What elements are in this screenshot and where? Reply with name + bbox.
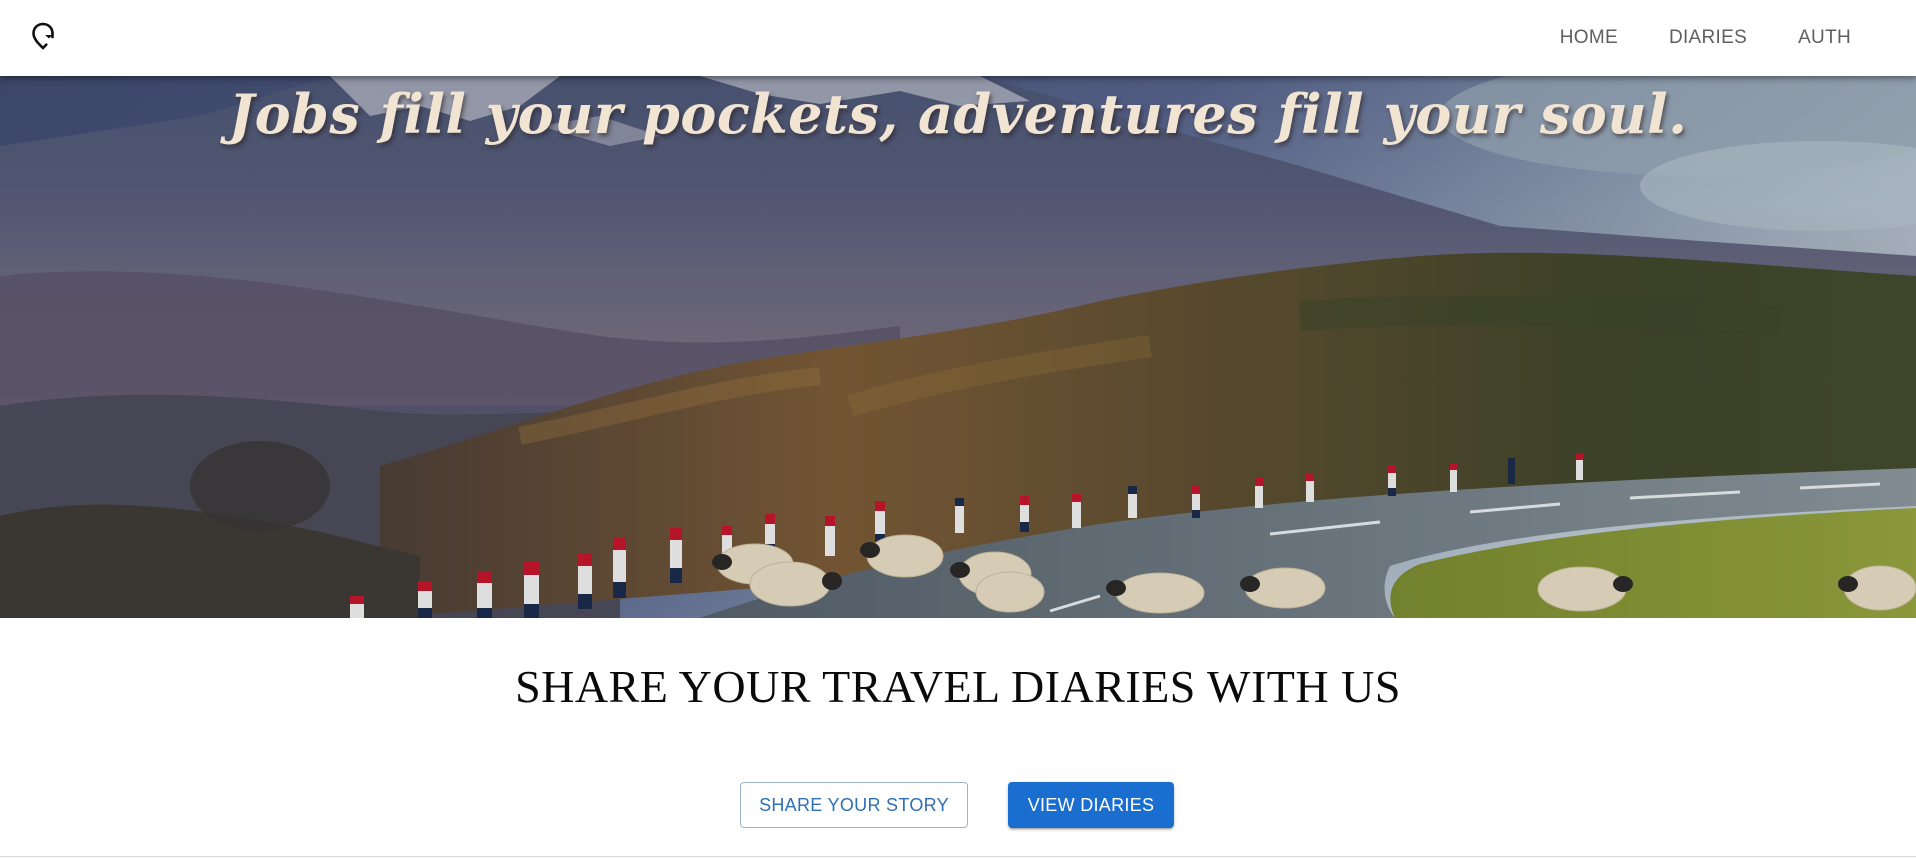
divider xyxy=(0,856,1916,857)
app-bar: HOME DIARIES AUTH xyxy=(0,0,1916,76)
nav-diaries-link[interactable]: DIARIES xyxy=(1644,19,1772,57)
view-diaries-button[interactable]: VIEW DIARIES xyxy=(1008,782,1174,828)
hero-landscape-image xyxy=(0,76,1916,618)
share-story-button[interactable]: SHARE YOUR STORY xyxy=(740,782,968,828)
nav-auth-link[interactable]: AUTH xyxy=(1773,19,1876,57)
main-nav: HOME DIARIES AUTH xyxy=(1534,0,1876,76)
nav-home-link[interactable]: HOME xyxy=(1535,19,1643,57)
map-pin-icon[interactable] xyxy=(28,21,58,51)
hero-quote: Jobs fill your pockets, adventures fill … xyxy=(228,82,1688,146)
page-title: SHARE YOUR TRAVEL DIARIES WITH US xyxy=(515,661,1401,712)
hero-banner: Jobs fill your pockets, adventures fill … xyxy=(0,76,1916,618)
